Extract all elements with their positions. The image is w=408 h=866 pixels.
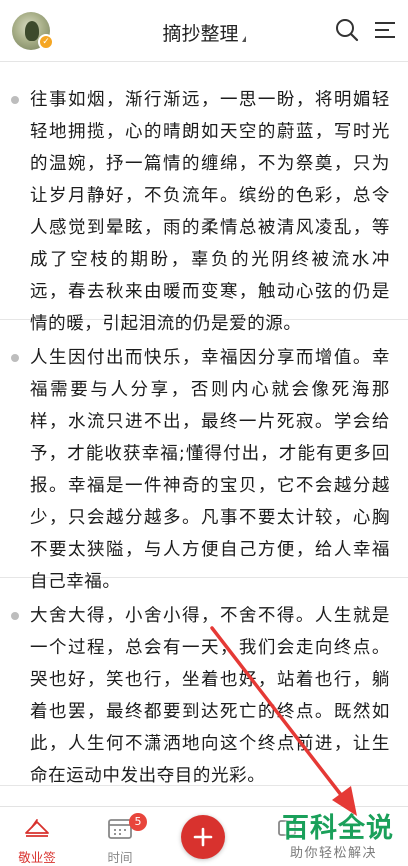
tab-jingyeqian[interactable]: 敬业签 [2,807,72,866]
note-item[interactable]: 人生因付出而快乐，幸福因分享而增值。幸福需要与人分享，否则内心就会像死海那样，水… [0,320,408,592]
menu-button[interactable] [372,17,398,43]
note-list[interactable]: 往事如烟，渐行渐远，一思一盼，将明媚轻轻地拥揽，心的晴朗如天空的蔚蓝，写时光的温… [0,62,408,786]
bullet-dot [11,354,19,362]
watermark-subtitle: 助你轻松解决 [290,846,378,861]
tab-label: 时间 [107,850,133,865]
caret-icon [241,36,246,42]
add-note-button[interactable] [181,815,225,859]
bullet-dot [11,96,19,104]
notification-badge: 5 [129,813,147,831]
bullet-dot [11,612,19,620]
watermark-logo: 百科全说 助你轻松解决 [282,806,408,866]
menu-lines-icon [375,22,395,38]
note-item[interactable]: 大舍大得，小舍小得，不舍不得。人生就是一个过程，总会有一天，我们会走向终点。哭也… [0,578,408,786]
page-title: 摘抄整理 [162,23,239,45]
header-bar: ✓ 摘抄整理 [0,0,408,62]
note-text: 大舍大得，小舍小得，不舍不得。人生就是一个过程，总会有一天，我们会走向终点。哭也… [30,606,390,786]
watermark-title: 百科全说 [282,813,394,844]
plus-icon [193,827,213,847]
note-item[interactable]: 往事如烟，渐行渐远，一思一盼，将明媚轻轻地拥揽，心的晴朗如天空的蔚蓝，写时光的温… [0,62,408,334]
note-text: 往事如烟，渐行渐远，一思一盼，将明媚轻轻地拥揽，心的晴朗如天空的蔚蓝，写时光的温… [30,90,390,334]
search-icon [336,19,359,42]
note-text: 人生因付出而快乐，幸福因分享而增值。幸福需要与人分享，否则内心就会像死海那样，水… [30,348,390,592]
tab-label: 敬业签 [18,850,56,865]
sign-tag-icon [25,819,49,837]
tab-time[interactable]: 5 时间 [85,807,155,866]
search-button[interactable] [334,17,360,43]
